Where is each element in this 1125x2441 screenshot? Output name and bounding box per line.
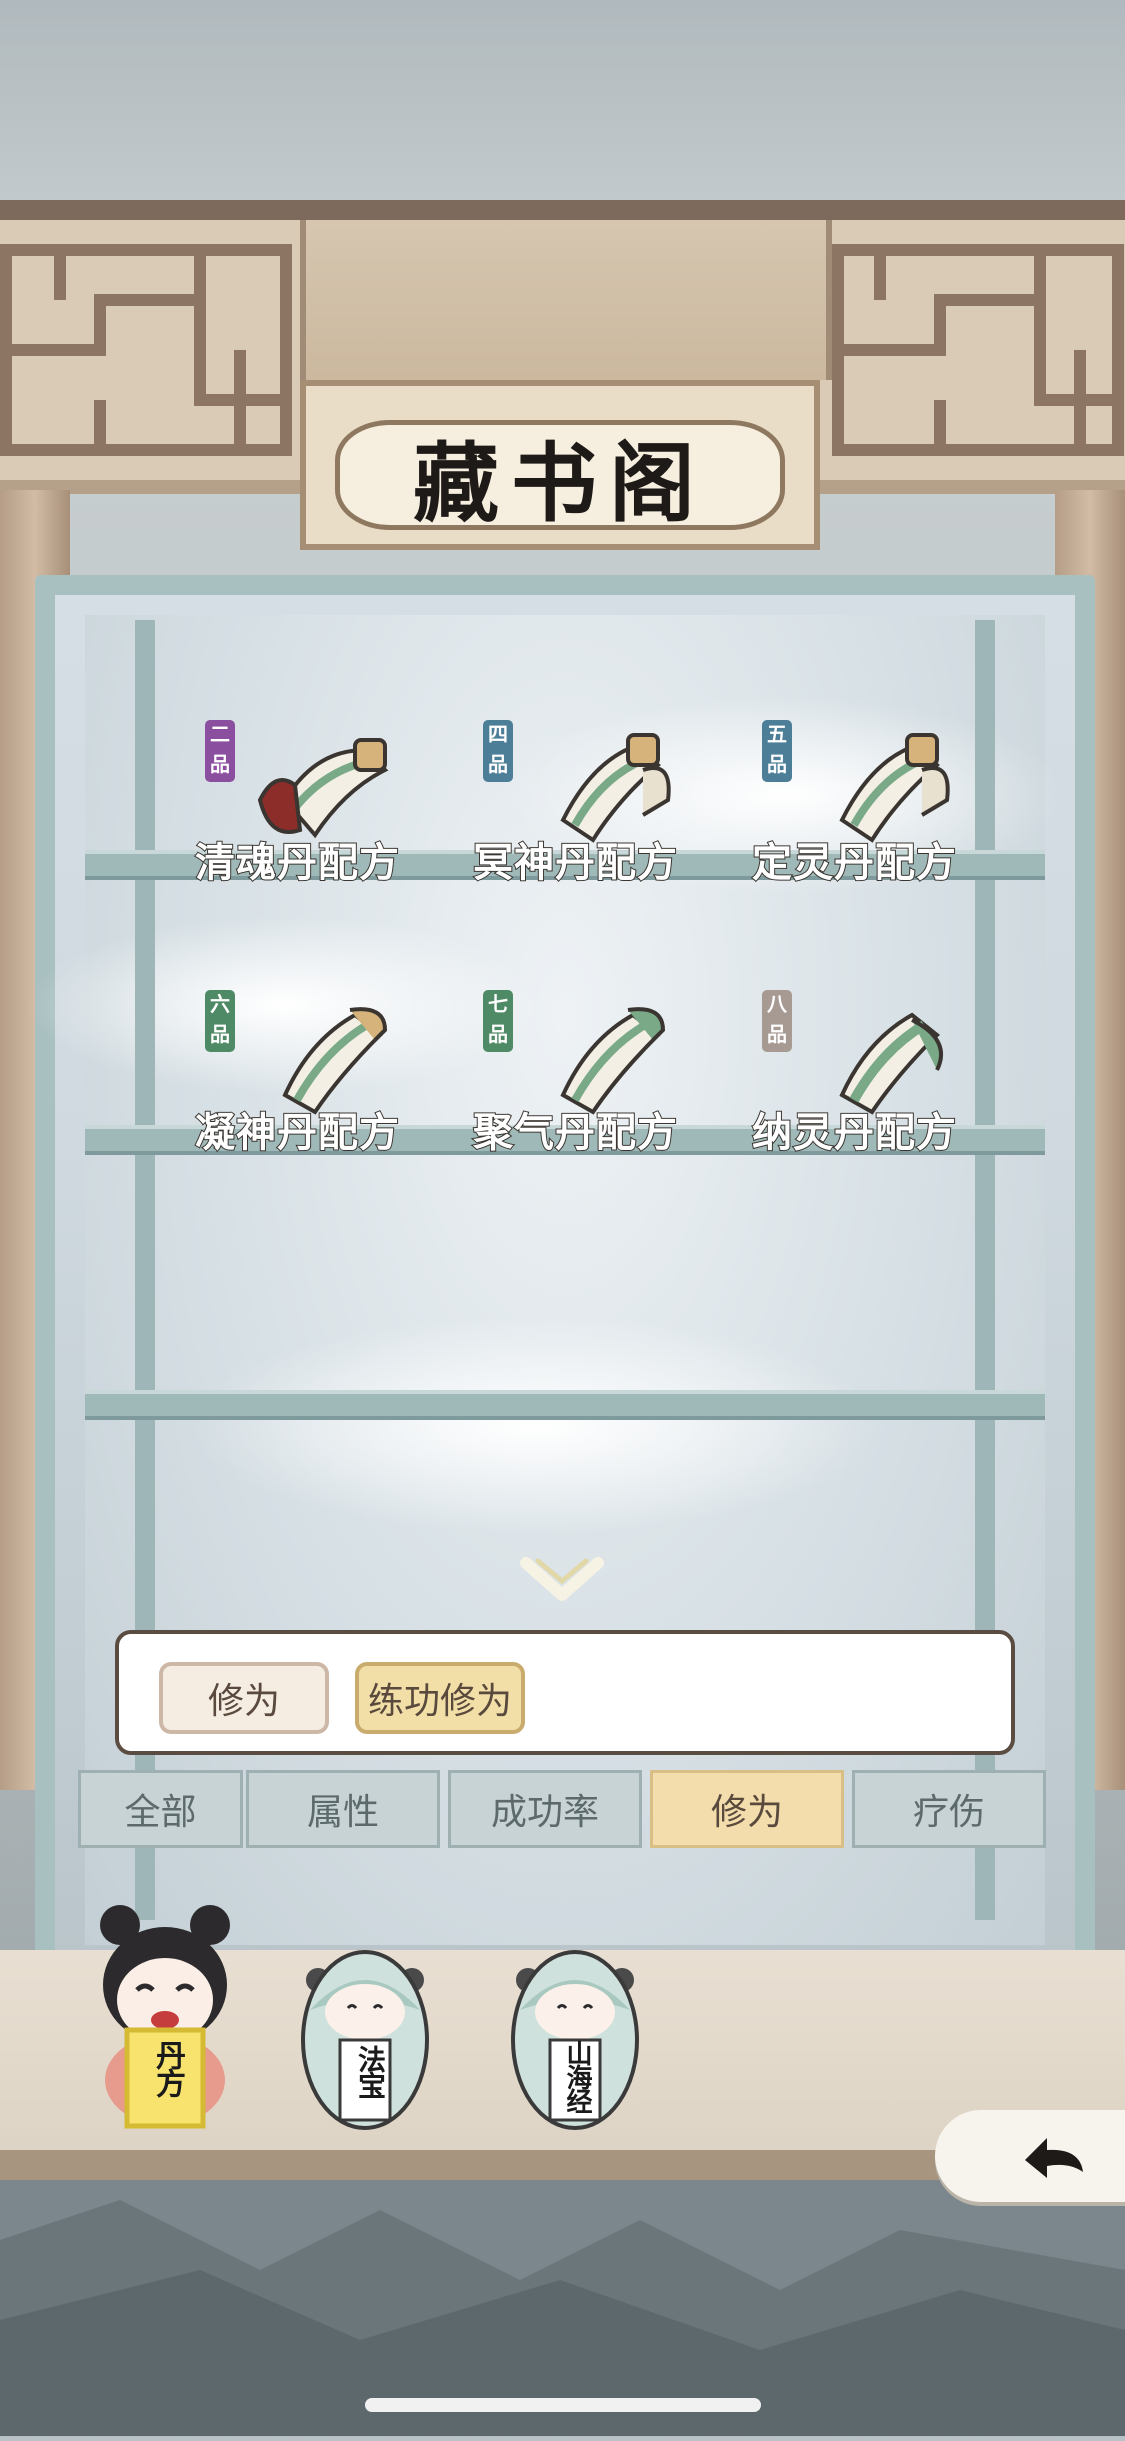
recipe-item-2[interactable]: 四品 冥神丹配方 <box>472 720 733 890</box>
tab-all[interactable]: 全部 <box>78 1770 243 1848</box>
back-button[interactable] <box>935 2110 1125 2202</box>
back-arrow-icon <box>1025 2138 1083 2178</box>
sky-background <box>0 0 1125 210</box>
character-recipe[interactable]: 丹方 <box>85 1890 245 2130</box>
recipe-name: 定灵丹配方 <box>751 840 957 886</box>
tab-success-rate[interactable]: 成功率 <box>448 1770 642 1848</box>
cloud <box>185 1315 885 1535</box>
character-treasure[interactable]: 法宝 <box>300 1940 430 2130</box>
grade-badge: 八品 <box>762 990 792 1052</box>
grade-badge: 六品 <box>205 990 235 1052</box>
home-indicator[interactable] <box>365 2398 761 2412</box>
recipe-item-4[interactable]: 六品 凝神丹配方 <box>194 990 455 1160</box>
grade-badge: 五品 <box>762 720 792 782</box>
character-classic[interactable]: 山海经 <box>510 1940 640 2130</box>
recipe-item-5[interactable]: 七品 聚气丹配方 <box>472 990 733 1160</box>
recipe-name: 凝神丹配方 <box>194 1110 400 1156</box>
recipe-name: 清魂丹配方 <box>194 840 400 886</box>
sub-filter-panel: 修为 练功修为 <box>115 1630 1015 1755</box>
category-tabs: 全部 属性 成功率 修为 疗伤 <box>78 1770 1053 1850</box>
tab-healing[interactable]: 疗伤 <box>852 1770 1046 1848</box>
bun-character-icon <box>301 1950 429 2130</box>
grade-badge: 七品 <box>483 990 513 1052</box>
page-title: 藏书阁 <box>413 432 707 534</box>
recipe-item-3[interactable]: 五品 定灵丹配方 <box>751 720 1012 890</box>
character-label: 山海经 <box>563 2040 593 2112</box>
tab-cultivation[interactable]: 修为 <box>650 1770 844 1848</box>
chevron-down-icon[interactable] <box>520 1555 604 1605</box>
window-lattice-right <box>820 220 1125 494</box>
filter-chip-practice-cultivation[interactable]: 练功修为 <box>355 1662 525 1734</box>
recipe-item-6[interactable]: 八品 纳灵丹配方 <box>751 990 1012 1160</box>
recipe-name: 聚气丹配方 <box>472 1110 678 1156</box>
recipe-item-1[interactable]: 二品 清魂丹配方 <box>194 720 455 890</box>
character-label: 丹方 <box>151 2040 184 2096</box>
recipe-name: 冥神丹配方 <box>472 840 678 886</box>
window-lattice-left <box>0 220 300 494</box>
roof-beam <box>0 200 1125 220</box>
recipe-name: 纳灵丹配方 <box>751 1110 957 1156</box>
character-label: 法宝 <box>355 2045 386 2097</box>
filter-chip-cultivation[interactable]: 修为 <box>159 1662 329 1734</box>
grade-badge: 二品 <box>205 720 235 782</box>
roof-panel <box>300 220 832 380</box>
title-plaque: 藏书阁 <box>335 420 785 534</box>
tab-attribute[interactable]: 属性 <box>246 1770 440 1848</box>
shelf-board <box>85 1390 1045 1420</box>
grade-badge: 四品 <box>483 720 513 782</box>
